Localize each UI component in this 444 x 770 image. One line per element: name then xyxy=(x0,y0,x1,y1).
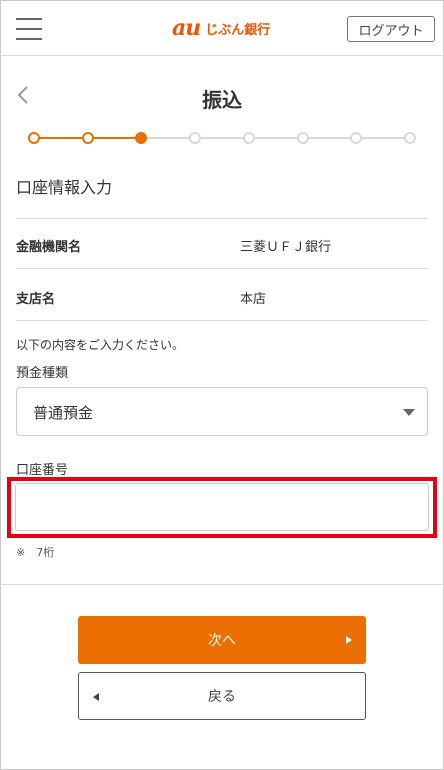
back-button-label: 戻る xyxy=(208,689,236,705)
divider xyxy=(16,218,428,219)
bank-name-value: 三菱ＵＦＪ銀行 xyxy=(240,240,332,255)
progress-step-dot xyxy=(28,132,40,144)
divider xyxy=(16,320,428,321)
progress-connector xyxy=(248,137,303,139)
progress-step-dot xyxy=(135,132,148,144)
account-number-input[interactable] xyxy=(15,483,429,531)
progress-step-dot xyxy=(350,132,363,144)
dropdown-arrow-icon xyxy=(403,409,415,416)
form-instruction: 以下の内容をご入力ください。 xyxy=(16,338,185,352)
logout-button[interactable]: ログアウト xyxy=(347,16,435,42)
divider xyxy=(16,268,428,269)
progress-connector xyxy=(87,137,142,139)
progress-step-dot xyxy=(242,132,255,144)
branch-name-label: 支店名 xyxy=(16,292,56,307)
progress-connector xyxy=(141,137,196,139)
progress-step-dot xyxy=(404,132,416,144)
deposit-type-label: 預金種類 xyxy=(16,366,69,381)
page-title: 振込 xyxy=(202,88,242,112)
progress-step-dot xyxy=(81,132,94,144)
account-number-note: ※ 7桁 xyxy=(16,546,55,559)
deposit-type-value: 普通預金 xyxy=(33,404,94,422)
arrow-left-icon xyxy=(93,693,99,701)
deposit-type-select[interactable]: 普通預金 xyxy=(16,387,428,436)
bank-name-label: 金融機関名 xyxy=(16,240,82,255)
section-title: 口座情報入力 xyxy=(16,178,113,197)
hamburger-menu-icon[interactable] xyxy=(16,18,42,42)
progress-step-dot xyxy=(189,132,202,144)
progress-connector xyxy=(302,137,357,139)
arrow-right-icon xyxy=(346,636,352,644)
step-progress-indicator xyxy=(28,131,416,145)
progress-step-dot xyxy=(296,132,309,144)
progress-connector xyxy=(356,137,410,139)
progress-connector xyxy=(34,137,88,139)
divider xyxy=(0,584,444,585)
app-header: au じぶん銀行 ログアウト xyxy=(0,0,444,56)
next-button[interactable]: 次へ xyxy=(78,616,366,664)
bank-logo: au じぶん銀行 xyxy=(172,14,270,42)
logo-mark: au xyxy=(172,15,201,41)
back-button[interactable]: 戻る xyxy=(78,672,366,720)
progress-connector xyxy=(195,137,249,139)
branch-name-value: 本店 xyxy=(240,292,267,307)
account-number-label: 口座番号 xyxy=(16,463,69,478)
logo-name: じぶん銀行 xyxy=(205,22,271,38)
next-button-label: 次へ xyxy=(208,633,236,649)
